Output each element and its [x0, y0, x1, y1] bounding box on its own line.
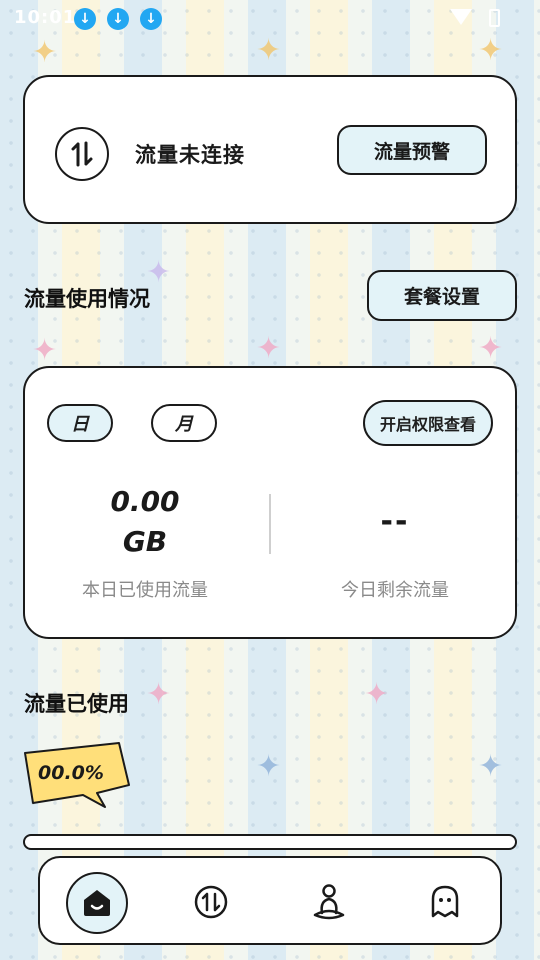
status-bar: 10:01 ↓ ↓ ↓ — [0, 0, 540, 36]
traffic-icon — [194, 885, 228, 919]
nav-ghost[interactable] — [415, 872, 475, 932]
traffic-alert-button[interactable]: 流量预警 — [337, 125, 487, 175]
remaining-traffic-value: -- — [380, 504, 410, 539]
download-icon: ↓ — [74, 8, 96, 30]
connection-status: 流量未连接 — [135, 143, 245, 167]
ghost-icon — [431, 885, 459, 918]
usage-section-title: 流量使用情况 — [24, 287, 150, 311]
meditation-icon — [313, 884, 345, 920]
bottom-nav — [38, 856, 502, 945]
used-traffic-unit: GB — [122, 525, 168, 558]
decor-star-icon: ✦ — [256, 33, 282, 68]
decor-star-icon: ✦ — [364, 677, 390, 712]
nav-traffic[interactable] — [181, 872, 241, 932]
decor-star-icon: ✦ — [256, 749, 282, 784]
tab-day[interactable]: 日 — [47, 404, 113, 442]
used-traffic-value: 0.00 GB — [75, 482, 215, 562]
used-section-title: 流量已使用 — [24, 692, 129, 716]
used-traffic-label: 本日已使用流量 — [82, 580, 208, 601]
decor-star-icon: ✦ — [478, 331, 504, 366]
download-icon: ↓ — [140, 8, 162, 30]
used-traffic-number: 0.00 — [110, 485, 180, 518]
nav-home[interactable] — [66, 872, 128, 934]
battery-icon — [489, 9, 500, 27]
usage-progress-bar — [23, 834, 517, 850]
remaining-traffic-label: 今日剩余流量 — [341, 580, 449, 601]
enable-permission-button[interactable]: 开启权限查看 — [363, 400, 493, 446]
wifi-icon — [450, 9, 472, 25]
decor-star-icon: ✦ — [256, 331, 282, 366]
home-icon — [84, 890, 110, 916]
connection-card: 流量未连接 流量预警 — [23, 75, 517, 224]
download-icon: ↓ — [107, 8, 129, 30]
status-time: 10:01 — [14, 7, 77, 28]
usage-card: 日 月 开启权限查看 0.00 GB 本日已使用流量 -- 今日剩余流量 — [23, 366, 517, 639]
decor-star-icon: ✦ — [146, 677, 172, 712]
usage-percent: 00.0% — [38, 762, 104, 784]
up-down-arrows-icon — [55, 127, 109, 181]
plan-settings-button[interactable]: 套餐设置 — [367, 270, 517, 321]
tab-month[interactable]: 月 — [151, 404, 217, 442]
decor-star-icon: ✦ — [478, 749, 504, 784]
decor-star-icon: ✦ — [32, 35, 58, 70]
decor-star-icon: ✦ — [478, 33, 504, 68]
decor-star-icon: ✦ — [32, 333, 58, 368]
divider — [269, 494, 271, 554]
nav-meditation[interactable] — [299, 872, 359, 932]
